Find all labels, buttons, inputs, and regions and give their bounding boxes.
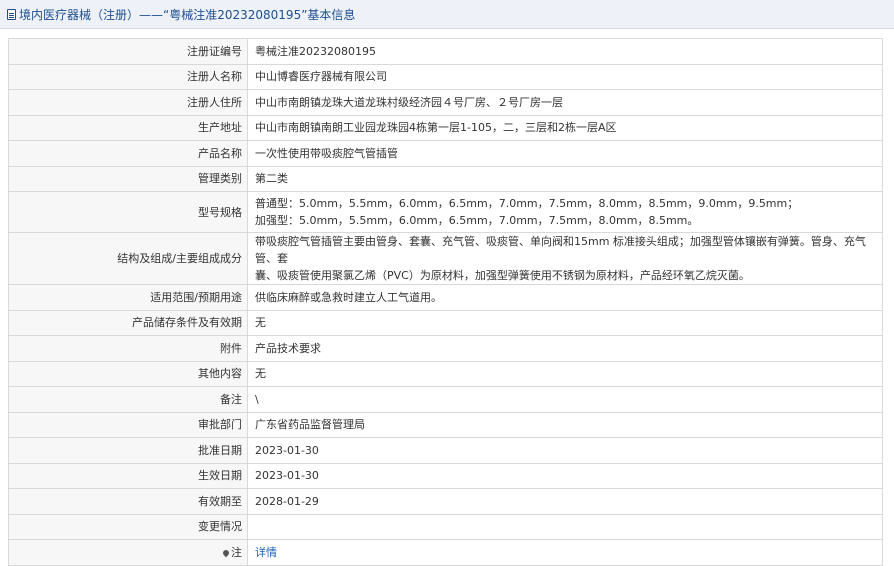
table-row: 备注 \: [8, 386, 883, 413]
row-value: 一次性使用带吸痰腔气管插管: [247, 140, 883, 167]
table-row: 注册证编号 粤械注准20232080195: [8, 38, 883, 65]
row-value: 粤械注准20232080195: [247, 38, 883, 65]
row-value: 中山市南朗镇龙珠大道龙珠村级经济园４号厂房、２号厂房一层: [247, 89, 883, 116]
table-row: 附件 产品技术要求: [8, 335, 883, 362]
info-table: 注册证编号 粤械注准20232080195 注册人名称 中山博睿医疗器械有限公司…: [8, 38, 883, 566]
page-title: 境内医疗器械（注册）——“粤械注准20232080195”基本信息: [19, 7, 356, 22]
row-label: 产品名称: [8, 140, 248, 167]
row-label: 型号规格: [8, 191, 248, 233]
table-row: 生效日期 2023-01-30: [8, 462, 883, 489]
table-row: 注 详情: [8, 539, 883, 566]
row-value: \: [247, 386, 883, 413]
spec-line: 普通型：5.0mm，5.5mm，6.0mm，6.5mm，7.0mm，7.5mm，…: [255, 197, 799, 210]
document-icon: [7, 8, 16, 20]
table-row: 注册人住所 中山市南朗镇龙珠大道龙珠村级经济园４号厂房、２号厂房一层: [8, 89, 883, 116]
page-header: 境内医疗器械（注册）——“粤械注准20232080195”基本信息: [0, 0, 894, 29]
row-label: 有效期至: [8, 488, 248, 515]
row-label: 注册人住所: [8, 89, 248, 116]
row-label: 注册证编号: [8, 38, 248, 65]
spec-line: 加强型：5.0mm，5.5mm，6.0mm，6.5mm，7.0mm，7.5mm，…: [255, 214, 699, 227]
table-row: 生产地址 中山市南朗镇南朗工业园龙珠园4栋第一层1-105，二，三层和2栋一层A…: [8, 114, 883, 141]
row-label: 备注: [8, 386, 248, 413]
row-value: 2023-01-30: [247, 437, 883, 464]
row-value: 2028-01-29: [247, 488, 883, 515]
row-value: 2023-01-30: [247, 462, 883, 489]
table-row: 产品名称 一次性使用带吸痰腔气管插管: [8, 140, 883, 167]
row-label: 审批部门: [8, 411, 248, 438]
table-row: 其他内容 无: [8, 360, 883, 387]
row-value: 带吸痰腔气管插管主要由管身、套囊、充气管、吸痰管、单向阀和15mm 标准接头组成…: [247, 232, 883, 285]
row-label: 生产地址: [8, 114, 248, 141]
note-label-cell: 注: [8, 539, 248, 566]
row-label: 附件: [8, 335, 248, 362]
row-value: 产品技术要求: [247, 335, 883, 362]
table-row: 批准日期 2023-01-30: [8, 437, 883, 464]
row-label: 注: [231, 545, 242, 559]
table-row: 结构及组成/主要组成成分 带吸痰腔气管插管主要由管身、套囊、充气管、吸痰管、单向…: [8, 232, 883, 285]
row-value: 广东省药品监督管理局: [247, 411, 883, 438]
table-row: 管理类别 第二类: [8, 165, 883, 192]
row-label: 注册人名称: [8, 63, 248, 90]
pin-icon: [221, 548, 231, 557]
row-value: [247, 513, 883, 540]
table-row: 有效期至 2028-01-29: [8, 488, 883, 515]
row-value: 无: [247, 309, 883, 336]
row-label: 其他内容: [8, 360, 248, 387]
table-row: 注册人名称 中山博睿医疗器械有限公司: [8, 63, 883, 90]
row-value: 详情: [247, 539, 883, 566]
row-value: 供临床麻醉或急救时建立人工气道用。: [247, 284, 883, 311]
row-value: 中山市南朗镇南朗工业园龙珠园4栋第一层1-105，二，三层和2栋一层A区: [247, 114, 883, 141]
table-row: 型号规格 普通型：5.0mm，5.5mm，6.0mm，6.5mm，7.0mm，7…: [8, 191, 883, 233]
table-row: 变更情况: [8, 513, 883, 540]
row-value: 第二类: [247, 165, 883, 192]
composition-line: 带吸痰腔气管插管主要由管身、套囊、充气管、吸痰管、单向阀和15mm 标准接头组成…: [255, 235, 866, 265]
row-value: 中山博睿医疗器械有限公司: [247, 63, 883, 90]
row-value: 无: [247, 360, 883, 387]
row-label: 变更情况: [8, 513, 248, 540]
row-label: 生效日期: [8, 462, 248, 489]
row-label: 管理类别: [8, 165, 248, 192]
table-row: 适用范围/预期用途 供临床麻醉或急救时建立人工气道用。: [8, 284, 883, 311]
details-link[interactable]: 详情: [255, 546, 277, 559]
composition-line: 囊、吸痰管使用聚氯乙烯（PVC）为原材料，加强型弹簧使用不锈钢为原材料，产品经环…: [255, 269, 750, 282]
row-label: 结构及组成/主要组成成分: [8, 232, 248, 285]
row-label: 批准日期: [8, 437, 248, 464]
table-row: 审批部门 广东省药品监督管理局: [8, 411, 883, 438]
row-label: 产品储存条件及有效期: [8, 309, 248, 336]
info-table-container: 注册证编号 粤械注准20232080195 注册人名称 中山博睿医疗器械有限公司…: [8, 38, 883, 566]
table-row: 产品储存条件及有效期 无: [8, 309, 883, 336]
row-value: 普通型：5.0mm，5.5mm，6.0mm，6.5mm，7.0mm，7.5mm，…: [247, 191, 883, 233]
row-label: 适用范围/预期用途: [8, 284, 248, 311]
